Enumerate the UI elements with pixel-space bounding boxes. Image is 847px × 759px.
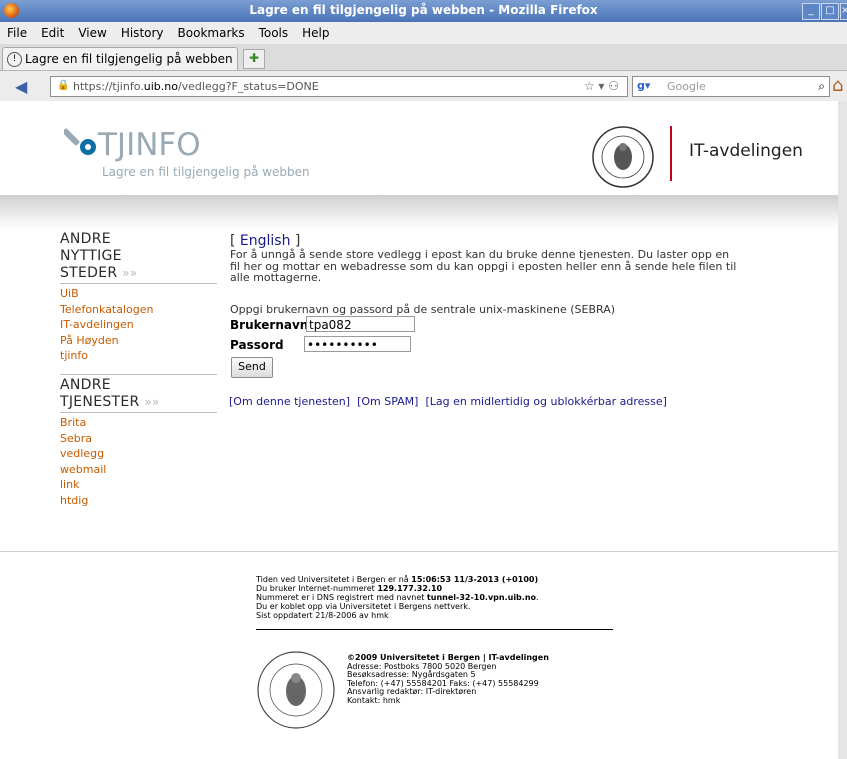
sidebar-link-sebra[interactable]: Sebra <box>60 431 220 447</box>
maximize-button[interactable]: □ <box>821 3 839 20</box>
footer-network: Du er koblet opp via Universitetet i Ber… <box>256 602 471 611</box>
sidebar-link-telefonkatalogen[interactable]: Telefonkatalogen <box>60 302 220 318</box>
about-service-link[interactable]: [Om denne tjenesten] <box>229 395 350 408</box>
sidebar-divider <box>60 374 217 375</box>
window-titlebar: Lagre en fil tilgjengelig på webben - Mo… <box>0 0 847 22</box>
header-band <box>0 195 838 229</box>
page-header: TJINFO Lagre en fil tilgjengelig på webb… <box>0 101 838 195</box>
language-switch: [ English ] <box>230 233 301 249</box>
about-spam-link[interactable]: [Om SPAM] <box>357 395 418 408</box>
footer-dns: Nummeret er i DNS registrert med navnet … <box>256 593 539 602</box>
footer-contact: ©2009 Universitetet i Bergen | IT-avdeli… <box>347 653 549 706</box>
username-label: Brukernavn <box>230 318 309 332</box>
menu-edit[interactable]: Edit <box>34 22 71 40</box>
sidebar-link-brita[interactable]: Brita <box>60 415 220 431</box>
intro-line-3: alle mottagerne. <box>230 271 322 284</box>
send-button[interactable]: Send <box>231 357 273 378</box>
tab-active[interactable]: ! Lagre en fil tilgjengelig på webben <box>2 47 238 70</box>
window-title: Lagre en fil tilgjengelig på webben - Mo… <box>249 3 598 17</box>
intro-line-1: For å unngå å sende store vedlegg i epos… <box>230 248 730 261</box>
menu-help[interactable]: Help <box>295 22 336 40</box>
sidebar-group-services: ANDRE TJENESTER »» Brita Sebra vedlegg w… <box>60 373 220 508</box>
minimize-button[interactable]: _ <box>802 3 820 20</box>
new-tab-button[interactable]: ✚ <box>243 49 265 69</box>
url-bar[interactable]: 🔒 https://tjinfo.uib.no/vedlegg?F_status… <box>50 76 628 97</box>
menu-view[interactable]: View <box>71 22 113 40</box>
search-magnifier-icon[interactable]: ⌕ <box>818 79 825 94</box>
sidebar-link-vedlegg[interactable]: vedlegg <box>60 446 220 462</box>
password-field[interactable]: •••••••••• <box>304 336 411 352</box>
google-search-icon[interactable]: g▾ <box>637 79 650 92</box>
sidebar-group-places: ANDRE NYTTIGE STEDER »» UiB Telefonkatal… <box>60 231 220 364</box>
sidebar-link-link[interactable]: link <box>60 477 220 493</box>
back-arrow-icon[interactable]: ◀ <box>15 77 27 96</box>
menu-bar: File Edit View History Bookmarks Tools Help <box>0 22 847 44</box>
sidebar-link-pa-hoyden[interactable]: På Høyden <box>60 333 220 349</box>
sidebar-link-webmail[interactable]: webmail <box>60 462 220 478</box>
english-link[interactable]: English <box>240 233 291 249</box>
bookmark-star-icon[interactable]: ☆ ▾ ⚇ <box>584 79 619 93</box>
sidebar-link-it-avdelingen[interactable]: IT-avdelingen <box>60 317 220 333</box>
info-icon: ! <box>7 52 22 67</box>
department-name: IT-avdelingen <box>689 141 803 161</box>
menu-history[interactable]: History <box>114 22 171 40</box>
sidebar-divider <box>60 412 217 413</box>
double-chevron-icon: »» <box>144 395 160 409</box>
footer-updated: Sist oppdatert 21/8-2006 av hmk <box>256 611 389 620</box>
search-placeholder: Google <box>667 80 706 93</box>
url-text: https://tjinfo.uib.no/vedlegg?F_status=D… <box>73 80 319 93</box>
footer-ip: Du bruker Internet-nummeret 129.177.32.1… <box>256 584 443 593</box>
search-input[interactable]: g▾ Google ⌕ <box>632 76 830 97</box>
sidebar-heading-places: ANDRE NYTTIGE STEDER »» <box>60 231 138 281</box>
login-prompt: Oppgi brukernavn og passord på de sentra… <box>230 303 616 316</box>
university-seal-icon <box>592 126 654 188</box>
menu-bookmarks[interactable]: Bookmarks <box>171 22 252 40</box>
menu-tools[interactable]: Tools <box>252 22 296 40</box>
logo-subtitle: Lagre en fil tilgjengelig på webben <box>102 165 310 179</box>
footer-status: Tiden ved Universitetet i Bergen er nå 1… <box>256 575 539 620</box>
footer-rule <box>256 629 613 630</box>
vertical-scrollbar[interactable] <box>838 101 847 759</box>
service-links: [Om denne tjenesten] [Om SPAM] [Lag en m… <box>229 395 667 408</box>
close-button[interactable]: × <box>840 3 847 20</box>
password-label: Passord <box>230 338 284 352</box>
username-field[interactable]: tpa082 <box>306 316 415 332</box>
sidebar-heading-services: ANDRE TJENESTER »» <box>60 377 160 410</box>
tab-bar: ! Lagre en fil tilgjengelig på webben ✚ <box>0 44 847 71</box>
sidebar-divider <box>60 283 217 284</box>
double-chevron-icon: »» <box>122 266 138 280</box>
logo-title: TJINFO <box>98 127 201 163</box>
temporary-address-link[interactable]: [Lag en midlertidig og ublokkérbar adres… <box>425 395 666 408</box>
navigation-bar: ◀ 🔒 https://tjinfo.uib.no/vedlegg?F_stat… <box>0 71 847 102</box>
footer-time: Tiden ved Universitetet i Bergen er nå 1… <box>256 575 539 584</box>
home-icon[interactable]: ⌂ <box>832 75 843 96</box>
footer-contact-person: Kontakt: hmk <box>347 695 401 705</box>
header-divider <box>670 126 672 181</box>
university-seal-icon <box>257 651 335 729</box>
wrench-icon <box>64 128 96 155</box>
main-content: [ English ] For å unngå å sende store ve… <box>230 233 750 284</box>
menu-file[interactable]: File <box>0 22 34 40</box>
sidebar-link-htdig[interactable]: htdig <box>60 493 220 509</box>
lock-icon: 🔒 <box>57 80 70 91</box>
footer-separator <box>0 551 838 552</box>
tab-label: Lagre en fil tilgjengelig på webben <box>25 52 233 66</box>
sidebar-link-uib[interactable]: UiB <box>60 286 220 302</box>
sidebar-link-tjinfo[interactable]: tjinfo <box>60 348 220 364</box>
